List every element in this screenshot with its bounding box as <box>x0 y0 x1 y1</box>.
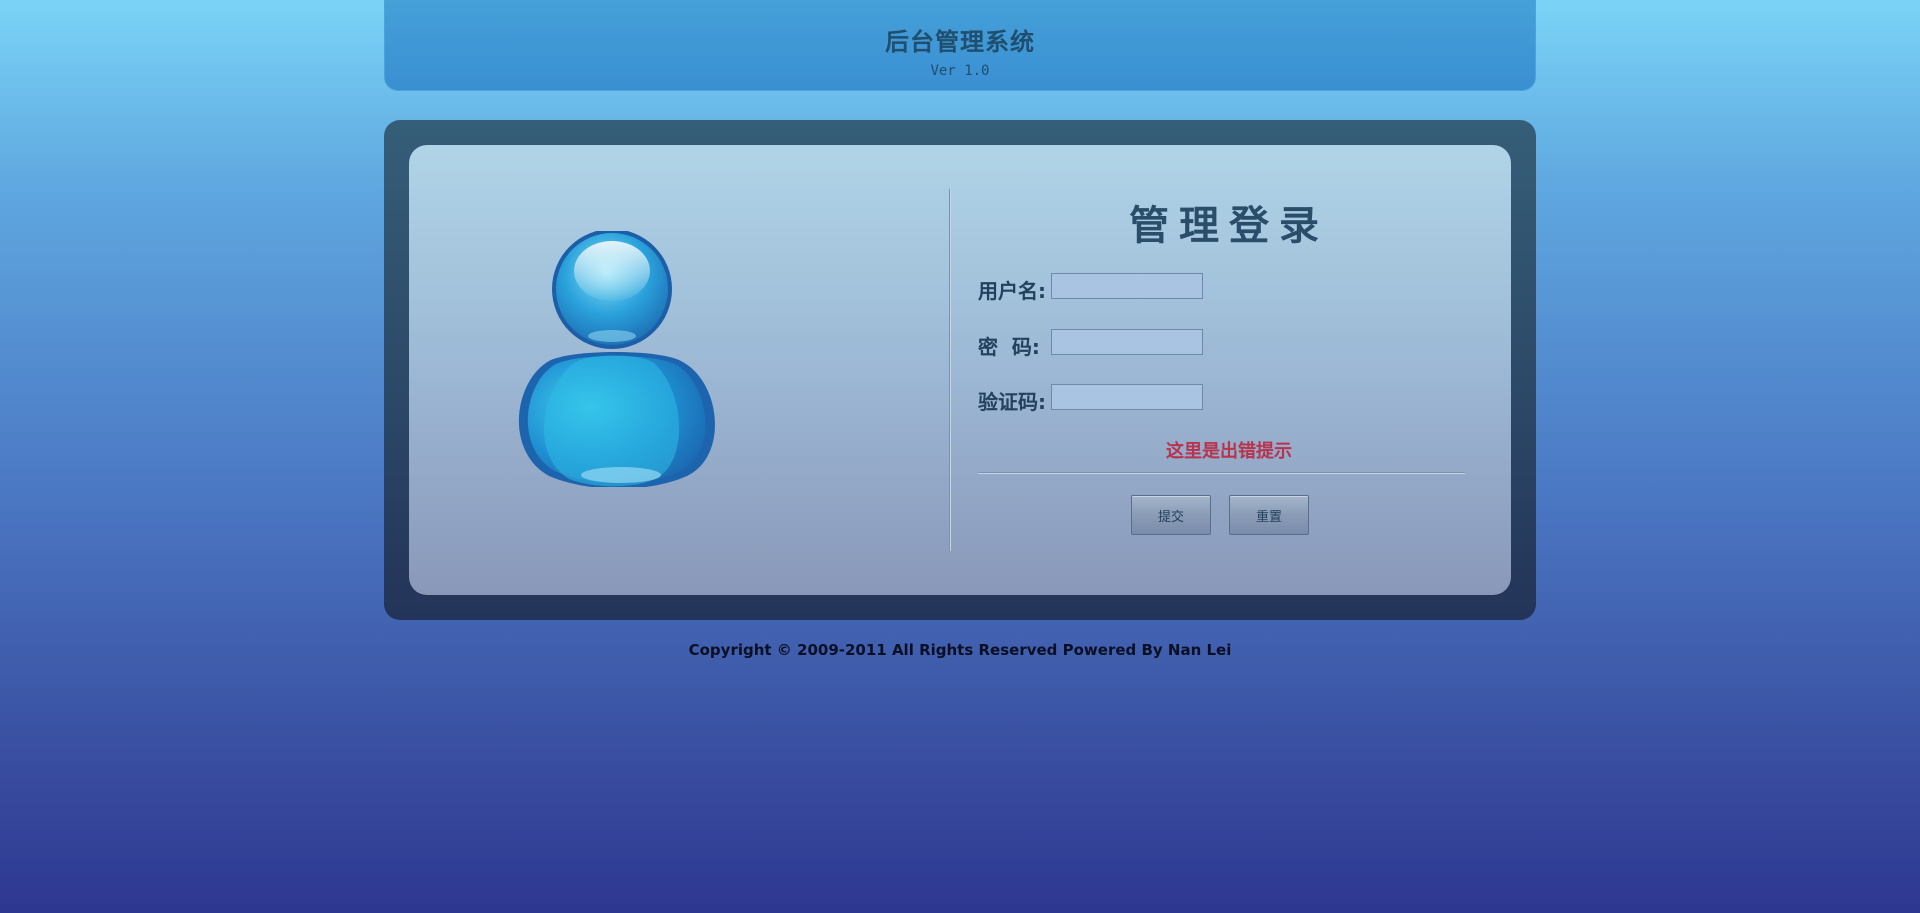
login-panel-inner: 管理登录 用户名: 密 码: 验证码: 这里是出错提示 提交 重置 <box>409 145 1511 595</box>
submit-button[interactable]: 提交 <box>1131 495 1211 535</box>
captcha-input[interactable] <box>1051 384 1203 410</box>
password-input[interactable] <box>1051 329 1203 355</box>
password-label: 密 码: <box>978 335 1040 359</box>
system-title: 后台管理系统 <box>885 28 1035 56</box>
version-label: Ver 1.0 <box>930 63 990 79</box>
horizontal-divider <box>978 472 1465 473</box>
reset-button[interactable]: 重置 <box>1229 495 1309 535</box>
username-input[interactable] <box>1051 273 1203 299</box>
username-label: 用户名: <box>978 279 1046 303</box>
error-message: 这里是出错提示 <box>1166 441 1292 462</box>
user-avatar-icon <box>518 231 715 487</box>
copyright-text: Copyright © 2009-2011 All Rights Reserve… <box>688 641 1232 659</box>
captcha-label: 验证码: <box>978 390 1046 414</box>
login-panel-outer: 管理登录 用户名: 密 码: 验证码: 这里是出错提示 提交 重置 <box>384 120 1536 620</box>
vertical-divider <box>949 189 950 551</box>
login-title: 管理登录 <box>1129 203 1329 249</box>
header-banner: 后台管理系统 Ver 1.0 <box>384 0 1536 91</box>
